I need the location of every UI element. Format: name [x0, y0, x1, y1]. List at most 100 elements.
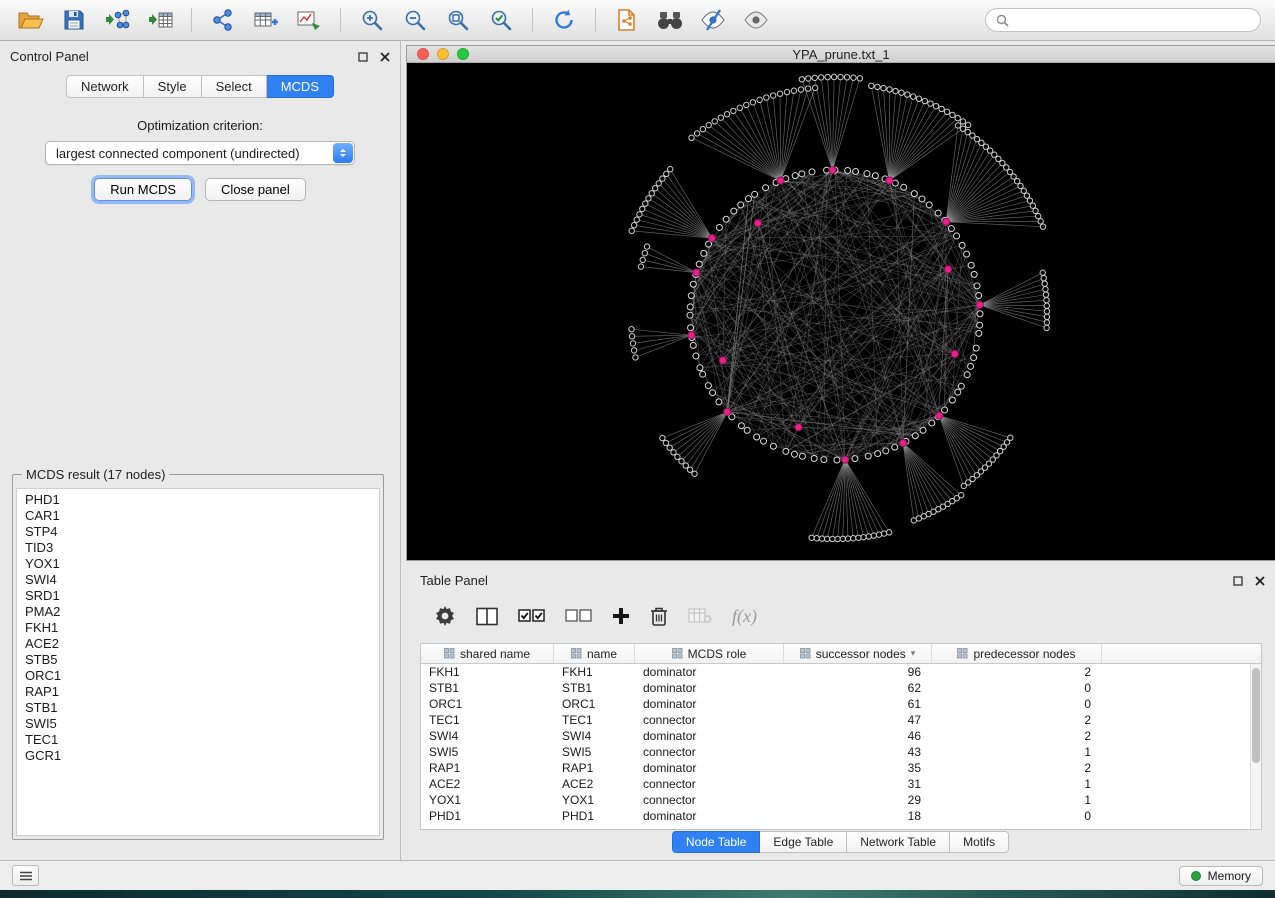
table-scrollbar[interactable]: [1250, 664, 1261, 829]
table-cell: ORC1: [421, 697, 554, 711]
deselect-all-button[interactable]: [565, 607, 592, 625]
toolbar-separator: [532, 8, 533, 32]
tab-style[interactable]: Style: [144, 75, 202, 98]
result-node[interactable]: SWI5: [25, 716, 371, 732]
column-header[interactable]: shared name: [421, 644, 554, 663]
table-row[interactable]: FKH1FKH1dominator962: [421, 664, 1250, 680]
table-cell: FKH1: [554, 665, 635, 679]
result-node[interactable]: CAR1: [25, 508, 371, 524]
result-node[interactable]: STB5: [25, 652, 371, 668]
window-minimize-light[interactable]: [437, 48, 449, 60]
zoom-fit-button[interactable]: [441, 5, 475, 35]
tab-network-table[interactable]: Network Table: [847, 831, 950, 853]
table-toolbar: f(x): [420, 595, 1262, 637]
table-cell: ACE2: [554, 777, 635, 791]
result-node[interactable]: TEC1: [25, 732, 371, 748]
save-session-button[interactable]: [57, 5, 91, 35]
delete-column-button[interactable]: [650, 606, 668, 626]
export-network-button[interactable]: [610, 5, 644, 35]
run-mcds-button[interactable]: Run MCDS: [94, 178, 192, 201]
close-panel-icon[interactable]: [1255, 576, 1265, 586]
zoom-out-button[interactable]: [398, 5, 432, 35]
table-cell: dominator: [635, 697, 784, 711]
export-image-button[interactable]: [292, 5, 326, 35]
column-header[interactable]: name: [554, 644, 635, 663]
sort-chevron-icon[interactable]: ▾: [911, 648, 916, 659]
import-table-button[interactable]: [143, 5, 177, 35]
new-table-button[interactable]: [249, 5, 283, 35]
criterion-dropdown[interactable]: largest connected component (undirected): [45, 141, 355, 165]
column-header[interactable]: MCDS role: [635, 644, 784, 663]
window-close-light[interactable]: [417, 48, 429, 60]
table-row[interactable]: YOX1YOX1connector291: [421, 792, 1250, 808]
result-node[interactable]: STP4: [25, 524, 371, 540]
tab-select[interactable]: Select: [202, 75, 267, 98]
table-row[interactable]: STB1STB1dominator620: [421, 680, 1250, 696]
open-session-button[interactable]: [14, 5, 48, 35]
result-node[interactable]: TID3: [25, 540, 371, 556]
table-row[interactable]: SWI4SWI4dominator462: [421, 728, 1250, 744]
table-cell: 2: [932, 665, 1102, 679]
new-network-button[interactable]: [206, 5, 240, 35]
result-node[interactable]: ACE2: [25, 636, 371, 652]
show-columns-button[interactable]: [476, 607, 498, 626]
table-cell: dominator: [635, 665, 784, 679]
tab-network[interactable]: Network: [66, 75, 144, 98]
toggle-graphics-details-button[interactable]: [696, 5, 730, 35]
result-node[interactable]: GCR1: [25, 748, 371, 764]
tab-edge-table[interactable]: Edge Table: [760, 831, 847, 853]
table-row[interactable]: PHD1PHD1dominator180: [421, 808, 1250, 824]
result-node[interactable]: SWI4: [25, 572, 371, 588]
table-cell: PHD1: [554, 809, 635, 823]
result-node[interactable]: FKH1: [25, 620, 371, 636]
table-cell: SWI4: [421, 729, 554, 743]
search-input[interactable]: [1015, 13, 1250, 27]
result-node[interactable]: PHD1: [25, 492, 371, 508]
add-column-button[interactable]: [612, 607, 630, 625]
table-settings-button[interactable]: [434, 605, 456, 627]
column-header[interactable]: predecessor nodes: [932, 644, 1102, 663]
result-node[interactable]: STB1: [25, 700, 371, 716]
zoom-selected-button[interactable]: [484, 5, 518, 35]
table-cell: 1: [932, 777, 1102, 791]
result-node[interactable]: PMA2: [25, 604, 371, 620]
table-cell: 0: [932, 809, 1102, 823]
select-all-button[interactable]: [518, 607, 545, 625]
result-node[interactable]: ORC1: [25, 668, 371, 684]
table-cell: 0: [932, 681, 1102, 695]
network-canvas[interactable]: [407, 63, 1275, 560]
float-panel-icon[interactable]: [1233, 576, 1243, 586]
preview-button[interactable]: [739, 5, 773, 35]
status-bar: Memory: [0, 860, 1275, 890]
table-row[interactable]: ACE2ACE2connector311: [421, 776, 1250, 792]
table-row[interactable]: SWI5SWI5connector431: [421, 744, 1250, 760]
table-cell: 43: [784, 745, 932, 759]
network-search[interactable]: [985, 8, 1261, 32]
result-node[interactable]: RAP1: [25, 684, 371, 700]
import-network-button[interactable]: [100, 5, 134, 35]
result-node[interactable]: YOX1: [25, 556, 371, 572]
window-zoom-light[interactable]: [457, 48, 469, 60]
status-menu-button[interactable]: [12, 865, 39, 886]
tab-motifs[interactable]: Motifs: [950, 831, 1009, 853]
refresh-layout-button[interactable]: [547, 5, 581, 35]
select-all-icon: [518, 607, 545, 625]
table-row[interactable]: ORC1ORC1dominator610: [421, 696, 1250, 712]
result-node[interactable]: SRD1: [25, 588, 371, 604]
close-panel-icon[interactable]: [380, 52, 390, 62]
tab-mcds[interactable]: MCDS: [267, 75, 334, 98]
tab-node-table[interactable]: Node Table: [672, 831, 761, 853]
column-header[interactable]: successor nodes▾: [784, 644, 932, 663]
mcds-result-list[interactable]: PHD1CAR1STP4TID3YOX1SWI4SRD1PMA2FKH1ACE2…: [16, 488, 380, 836]
table-row[interactable]: TEC1TEC1connector472: [421, 712, 1250, 728]
close-panel-button[interactable]: Close panel: [205, 178, 306, 201]
float-panel-icon[interactable]: [358, 52, 368, 62]
table-cell: SWI4: [554, 729, 635, 743]
network-window-titlebar[interactable]: YPA_prune.txt_1: [407, 46, 1275, 63]
table-row[interactable]: RAP1RAP1dominator352: [421, 760, 1250, 776]
table-cell: RAP1: [421, 761, 554, 775]
zoom-in-button[interactable]: [355, 5, 389, 35]
memory-button[interactable]: Memory: [1179, 866, 1263, 886]
scrollbar-thumb[interactable]: [1252, 668, 1260, 763]
search-network-button[interactable]: [653, 5, 687, 35]
